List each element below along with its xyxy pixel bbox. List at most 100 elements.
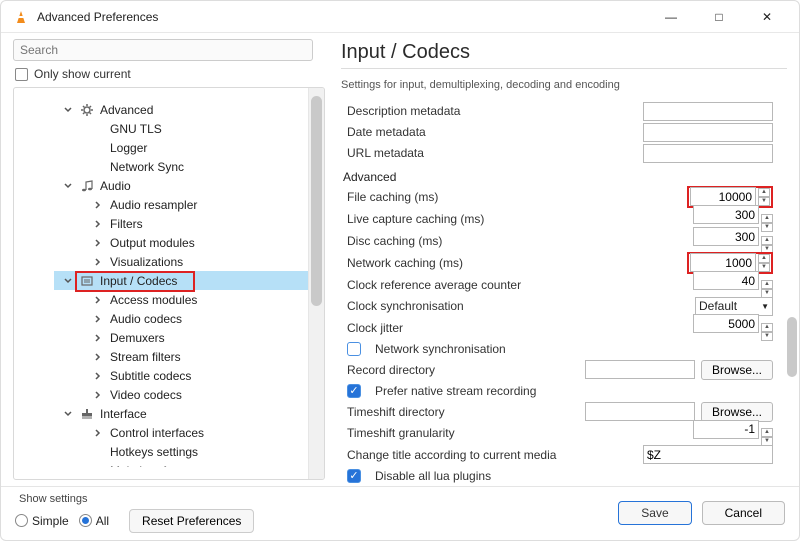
tree-item-label: Logger	[110, 141, 147, 155]
chevron-down-icon[interactable]	[62, 275, 74, 287]
prefer_native-checkbox[interactable]: ✓	[347, 384, 361, 398]
tree-item-label: Audio	[100, 179, 131, 193]
clock_jitter-input[interactable]	[693, 314, 759, 333]
reset-preferences-button[interactable]: Reset Preferences	[129, 509, 254, 533]
tree-item-label: Audio codecs	[110, 312, 182, 326]
form-scrollbar-thumb[interactable]	[787, 317, 797, 377]
chevron-down-icon[interactable]	[62, 408, 74, 420]
chevron-right-icon[interactable]	[92, 199, 104, 211]
tree-item-hotkeys-settings[interactable]: Hotkeys settings	[54, 442, 322, 461]
form-label: Clock reference average counter	[347, 278, 685, 292]
chevron-right-icon[interactable]	[92, 332, 104, 344]
tree-item-label: Network Sync	[110, 160, 184, 174]
tree-item-audio-resampler[interactable]: Audio resampler	[54, 195, 322, 214]
brush-icon	[80, 407, 94, 421]
chevron-right-icon[interactable]	[92, 294, 104, 306]
live_capture-input[interactable]	[693, 205, 759, 224]
codec-icon	[80, 274, 94, 288]
tree-scrollbar-thumb[interactable]	[311, 96, 322, 306]
chevron-right-icon[interactable]	[92, 427, 104, 439]
chevron-right-icon[interactable]	[92, 351, 104, 363]
meta-0-input[interactable]	[643, 102, 773, 121]
settings-form: Description metadataDate metadataURL met…	[341, 101, 787, 486]
page-subtitle: Settings for input, demultiplexing, deco…	[341, 79, 787, 91]
chevron-down-icon[interactable]	[62, 104, 74, 116]
note-icon	[80, 179, 94, 193]
tree-item-label: Hotkeys settings	[110, 445, 198, 459]
close-button[interactable]: ✕	[747, 3, 787, 31]
tree-item-label: Advanced	[100, 103, 153, 117]
minimize-button[interactable]: —	[651, 3, 691, 31]
tree-container: Advanced GNU TLS Logger Network Sync Audio Au…	[13, 87, 325, 480]
form-label: Timeshift directory	[347, 405, 577, 419]
form-row-prefer_native: ✓Prefer native stream recording	[341, 380, 773, 401]
chevron-down-icon[interactable]	[62, 180, 74, 192]
form-row-record_dir: Record directoryBrowse...	[341, 360, 773, 381]
tree-item-video-codecs[interactable]: Video codecs	[54, 385, 322, 404]
form-label: Clock synchronisation	[347, 299, 687, 313]
tree-scrollbar[interactable]	[308, 88, 324, 479]
form-row-meta-2: URL metadata	[341, 143, 773, 164]
radio-all[interactable]: All	[79, 514, 109, 528]
save-button[interactable]: Save	[618, 501, 691, 525]
tree-item-advanced[interactable]: Advanced	[54, 100, 322, 119]
tree-item-filters[interactable]: Filters	[54, 214, 322, 233]
tree-item-main-interfaces[interactable]: Main interfaces	[54, 461, 322, 467]
tree-item-interface[interactable]: Interface	[54, 404, 322, 423]
meta-2-input[interactable]	[643, 144, 773, 163]
search-input[interactable]	[13, 39, 313, 61]
settings-tree[interactable]: Advanced GNU TLS Logger Network Sync Audio Au…	[14, 100, 324, 467]
tree-item-output-modules[interactable]: Output modules	[54, 233, 322, 252]
net_sync-checkbox[interactable]	[347, 342, 361, 356]
chevron-right-icon[interactable]	[92, 256, 104, 268]
only-show-current-option[interactable]: Only show current	[15, 67, 325, 81]
tree-item-gnu-tls[interactable]: GNU TLS	[54, 119, 322, 138]
chevron-right-icon[interactable]	[92, 465, 104, 468]
vlc-icon	[13, 9, 29, 25]
cancel-button[interactable]: Cancel	[702, 501, 785, 525]
only-show-current-checkbox[interactable]	[15, 68, 28, 81]
spinner[interactable]: ▲▼	[758, 187, 770, 206]
form-row-meta-1: Date metadata	[341, 122, 773, 143]
right-panel: Input / Codecs Settings for input, demul…	[331, 33, 799, 486]
net_caching-input[interactable]	[690, 253, 756, 272]
record_dir-input[interactable]	[585, 360, 695, 379]
chevron-right-icon[interactable]	[92, 370, 104, 382]
tree-item-subtitle-codecs[interactable]: Subtitle codecs	[54, 366, 322, 385]
tree-item-stream-filters[interactable]: Stream filters	[54, 347, 322, 366]
tree-item-network-sync[interactable]: Network Sync	[54, 157, 322, 176]
file_caching-input[interactable]	[690, 187, 756, 206]
chevron-right-icon[interactable]	[92, 237, 104, 249]
tree-item-audio[interactable]: Audio	[54, 176, 322, 195]
form-row-timeshift_gran: Timeshift granularity▲▼	[341, 422, 773, 444]
timeshift_gran-input[interactable]	[693, 420, 759, 439]
chevron-right-icon[interactable]	[92, 389, 104, 401]
tree-item-access-modules[interactable]: Access modules	[54, 290, 322, 309]
timeshift_dir-input[interactable]	[585, 402, 695, 421]
form-scrollbar[interactable]	[785, 107, 799, 486]
disc_caching-input[interactable]	[693, 227, 759, 246]
form-label: URL metadata	[347, 146, 635, 160]
footer: Show settings Simple All Reset Preferenc…	[1, 486, 799, 540]
window-controls: — □ ✕	[651, 3, 787, 31]
content-area: Only show current Advanced GNU TLS Logger N…	[1, 33, 799, 486]
spinner[interactable]: ▲▼	[758, 253, 770, 272]
radio-simple[interactable]: Simple	[15, 514, 69, 528]
chevron-right-icon[interactable]	[92, 313, 104, 325]
maximize-button[interactable]: □	[699, 3, 739, 31]
tree-item-control-interfaces[interactable]: Control interfaces	[54, 423, 322, 442]
tree-item-demuxers[interactable]: Demuxers	[54, 328, 322, 347]
clock_avg-input[interactable]	[693, 271, 759, 290]
tree-item-logger[interactable]: Logger	[54, 138, 322, 157]
meta-1-input[interactable]	[643, 123, 773, 142]
record_dir-browse-button[interactable]: Browse...	[701, 360, 773, 380]
tree-item-visualizations[interactable]: Visualizations	[54, 252, 322, 271]
chevron-right-icon[interactable]	[92, 218, 104, 230]
tree-item-audio-codecs[interactable]: Audio codecs	[54, 309, 322, 328]
clock_sync-select[interactable]: Default▼	[695, 297, 773, 316]
change_title-input[interactable]	[643, 445, 773, 464]
tree-item-label: Subtitle codecs	[110, 369, 191, 383]
disable_lua-checkbox[interactable]: ✓	[347, 469, 361, 483]
left-panel: Only show current Advanced GNU TLS Logger N…	[1, 33, 331, 486]
tree-item-input-codecs[interactable]: Input / Codecs	[54, 271, 322, 290]
